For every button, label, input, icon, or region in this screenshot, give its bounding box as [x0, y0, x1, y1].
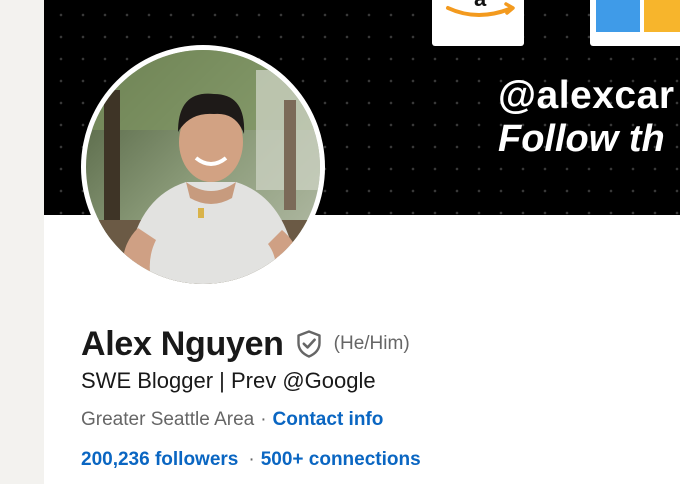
amazon-logo: a [432, 0, 524, 46]
connections-link[interactable]: 500+ connections [261, 449, 421, 470]
pronouns: (He/Him) [333, 333, 410, 354]
verified-shield-icon[interactable] [296, 330, 322, 358]
profile-card: a @alexcar Follow th [44, 0, 680, 484]
microsoft-logo-blue-square [596, 0, 640, 32]
avatar [86, 50, 320, 284]
banner-tagline: Follow th [498, 118, 665, 160]
contact-info-link[interactable]: Contact info [273, 409, 384, 430]
microsoft-logo-yellow-square [644, 0, 680, 32]
profile-name: Alex Nguyen [81, 324, 284, 363]
name-row: Alex Nguyen (He/Him) [81, 322, 410, 366]
separator: · [248, 449, 255, 470]
location: Greater Seattle Area [81, 409, 255, 430]
location-row: Greater Seattle Area · Contact info [81, 409, 383, 431]
profile-photo[interactable] [81, 45, 325, 289]
profile-headline: SWE Blogger | Prev @Google [81, 368, 376, 393]
followers-link[interactable]: 200,236 followers [81, 449, 238, 470]
microsoft-logo [590, 0, 680, 46]
banner-handle: @alexcar [498, 74, 675, 117]
svg-text:a: a [474, 0, 487, 11]
stats-row: 200,236 followers · 500+ connections [81, 449, 421, 471]
separator: · [260, 409, 267, 430]
